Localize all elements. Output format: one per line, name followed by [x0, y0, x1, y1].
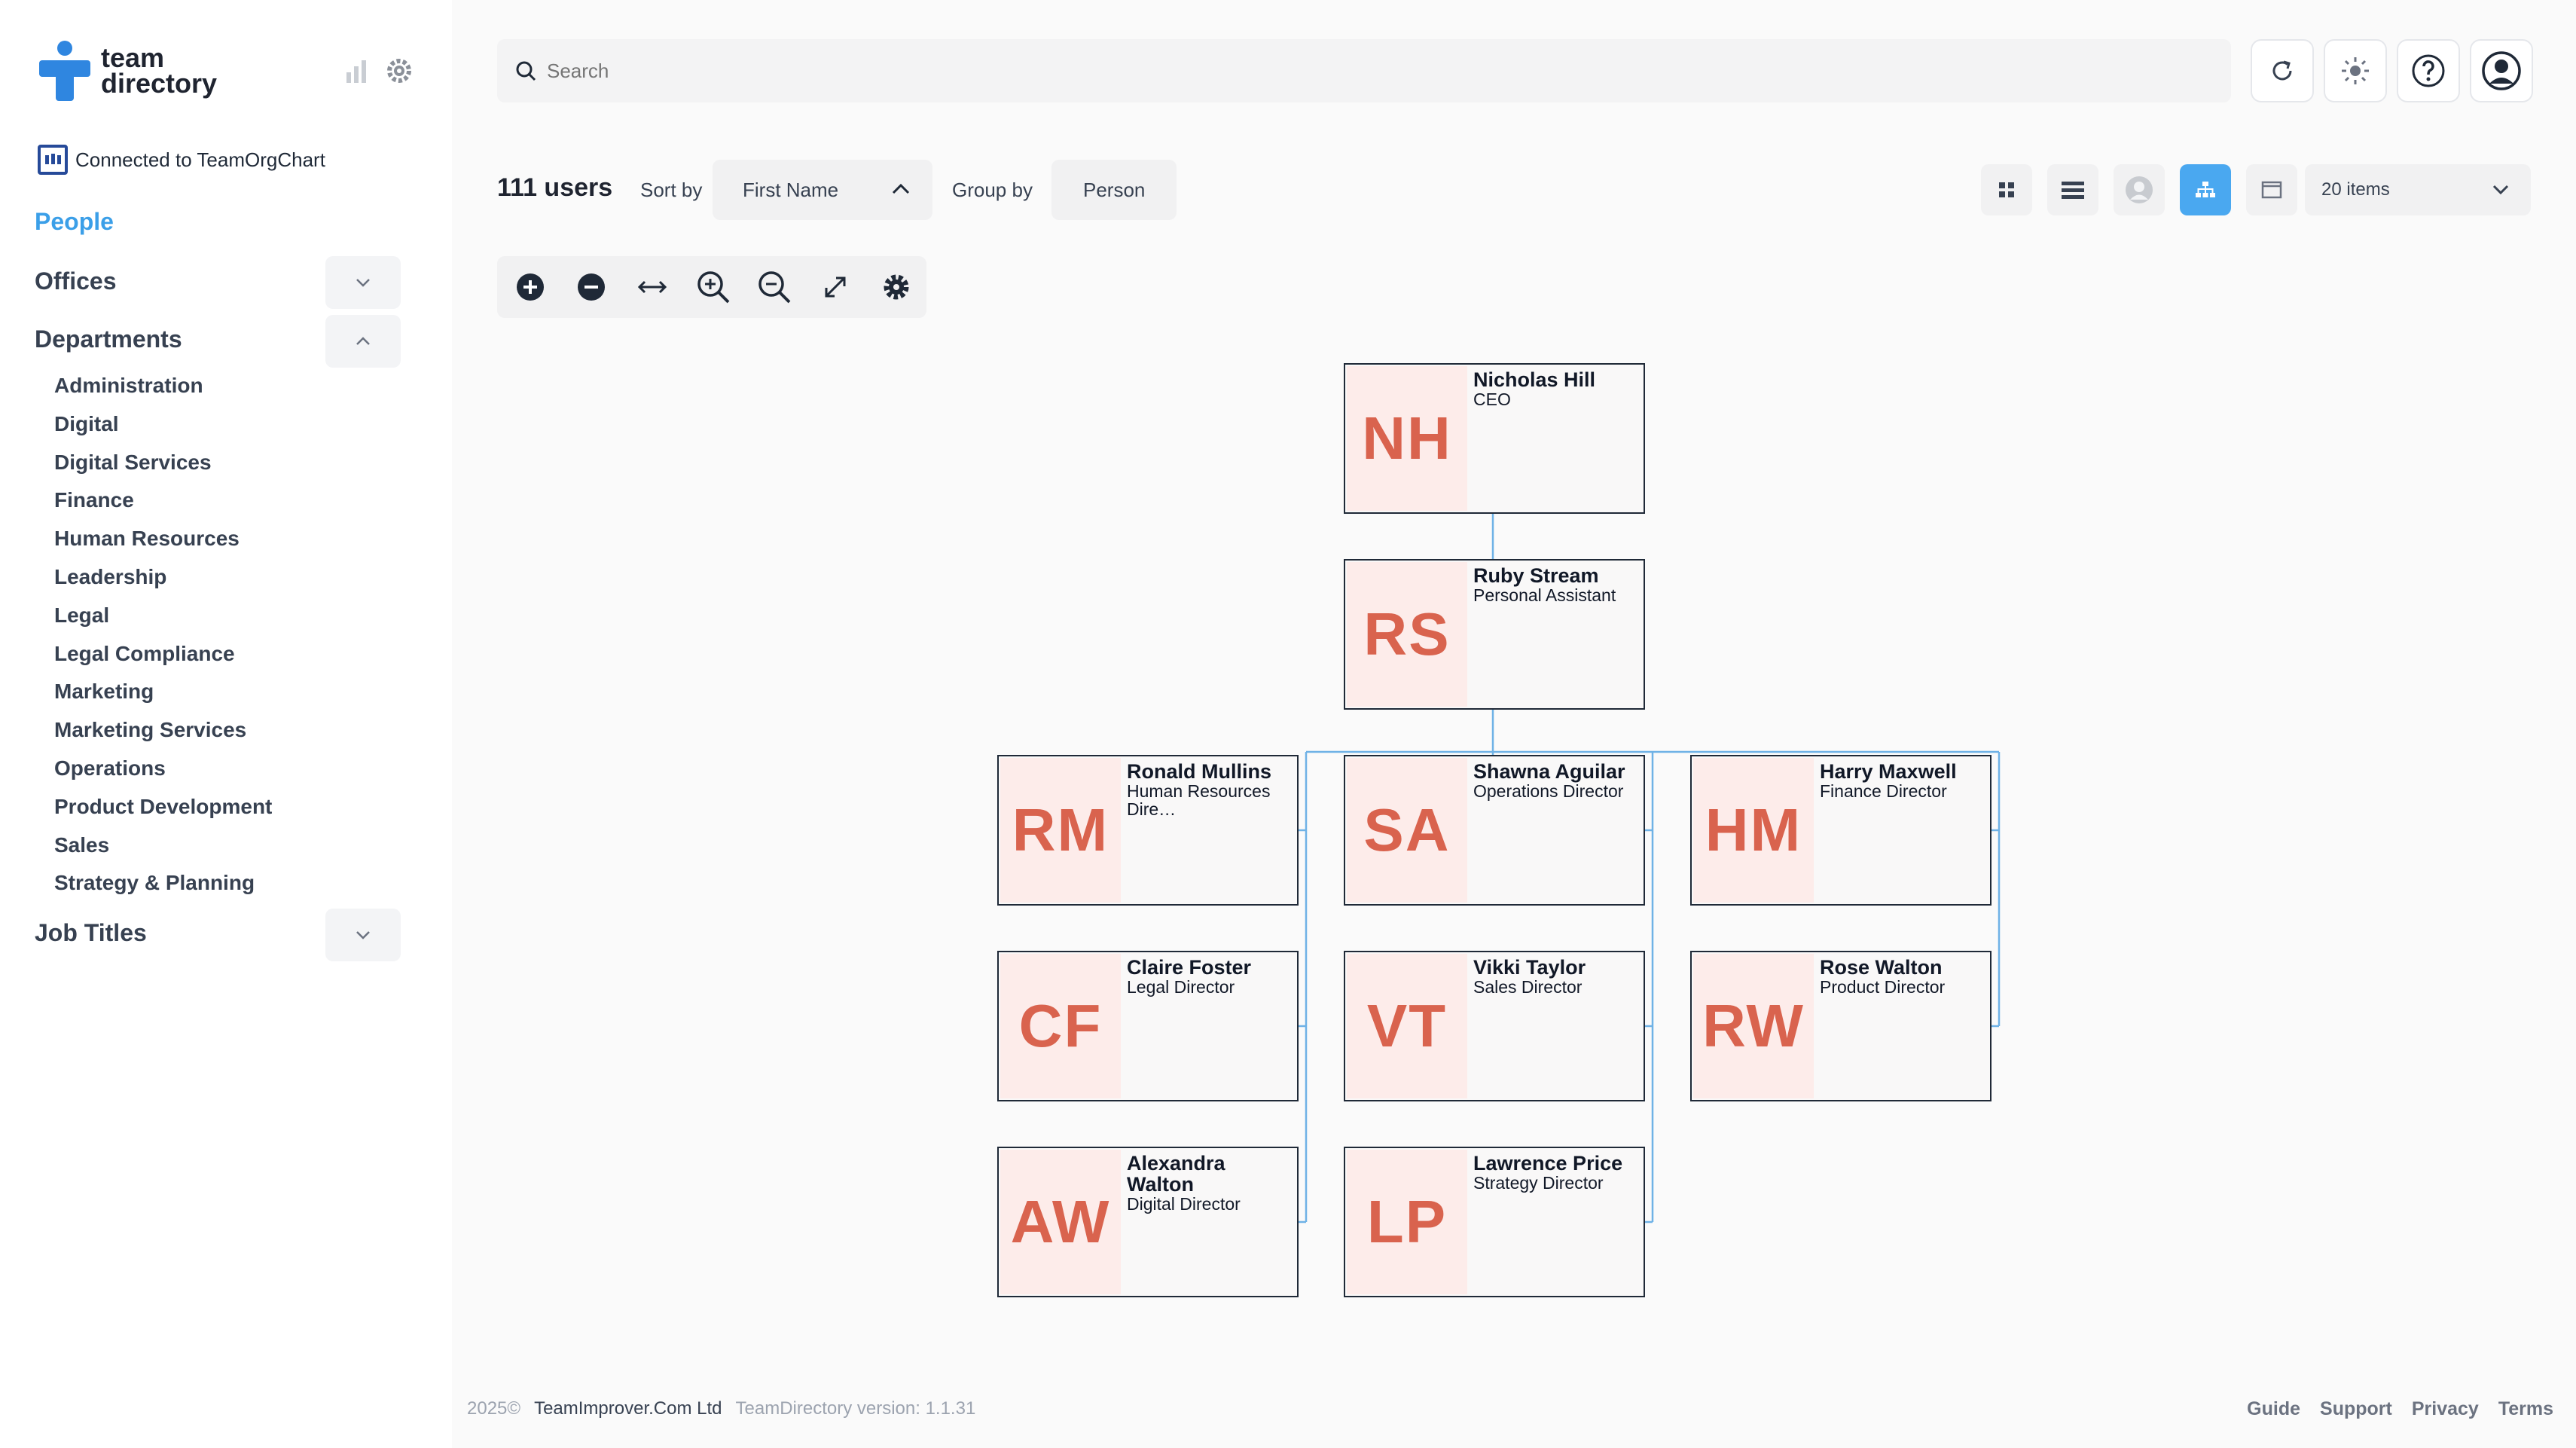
nav-departments[interactable]: Departments — [35, 325, 182, 353]
dept-operations[interactable]: Operations — [54, 755, 272, 793]
person-name: Alexandra Walton — [1127, 1152, 1225, 1196]
dept-legal-compliance[interactable]: Legal Compliance — [54, 640, 272, 679]
sidebar-tools — [345, 56, 414, 90]
dept-marketing-services[interactable]: Marketing Services — [54, 716, 272, 755]
footer-links: Guide Support Privacy Terms — [2247, 1398, 2553, 1420]
nav-people[interactable]: People — [35, 208, 114, 236]
person-role: Operations Director — [1473, 781, 1624, 801]
person-role: Personal Assistant — [1473, 585, 1616, 605]
departments-list: Administration Digital Digital Services … — [54, 372, 272, 908]
teamorgchart-icon — [38, 145, 68, 175]
dept-administration[interactable]: Administration — [54, 372, 272, 411]
settings-gear-icon[interactable] — [384, 56, 414, 90]
stats-icon[interactable] — [345, 59, 368, 87]
org-node-lawrence-price[interactable]: LP Lawrence Price Strategy Director — [1344, 1147, 1645, 1297]
footer-link-terms[interactable]: Terms — [2498, 1398, 2553, 1420]
dept-marketing[interactable]: Marketing — [54, 678, 272, 716]
person-name: Ronald Mullins — [1127, 760, 1271, 783]
avatar: VT — [1347, 954, 1467, 1098]
person-role: Strategy Director — [1473, 1173, 1604, 1193]
footer-link-privacy[interactable]: Privacy — [2412, 1398, 2479, 1420]
org-node-harry-maxwell[interactable]: HM Harry Maxwell Finance Director — [1690, 755, 1992, 906]
dept-strategy-planning[interactable]: Strategy & Planning — [54, 869, 272, 908]
company-name: TeamImprover.Com Ltd — [534, 1398, 722, 1419]
dept-human-resources[interactable]: Human Resources — [54, 525, 272, 564]
person-name: Lawrence Price — [1473, 1152, 1623, 1175]
dept-digital[interactable]: Digital — [54, 411, 272, 449]
person-role: Digital Director — [1127, 1194, 1241, 1214]
avatar: NH — [1347, 366, 1467, 511]
person-name: Rose Walton — [1820, 956, 1943, 979]
avatar: CF — [1000, 954, 1121, 1098]
org-node-claire-foster[interactable]: CF Claire Foster Legal Director — [997, 951, 1299, 1101]
footer-link-support[interactable]: Support — [2320, 1398, 2392, 1420]
connection-status[interactable]: Connected to TeamOrgChart — [38, 145, 325, 175]
person-name: Ruby Stream — [1473, 564, 1599, 587]
copyright-year: 2025© — [467, 1398, 521, 1419]
avatar: AW — [1000, 1150, 1121, 1294]
person-name: Shawna Aguilar — [1473, 760, 1625, 783]
departments-collapse-button[interactable] — [325, 315, 401, 368]
person-role: CEO — [1473, 389, 1511, 409]
org-node-nicholas-hill[interactable]: NH Nicholas Hill CEO — [1344, 363, 1645, 514]
chevron-down-icon — [356, 931, 370, 939]
main-content: 111 users Sort by First Name Group by Pe… — [452, 0, 2576, 1448]
avatar: HM — [1693, 758, 1814, 903]
offices-expand-button[interactable] — [325, 256, 401, 309]
app-name: team directory — [101, 42, 218, 99]
chevron-up-icon — [356, 337, 370, 345]
person-role: Product Director — [1820, 977, 1946, 997]
avatar: RS — [1347, 562, 1467, 707]
dept-product-development[interactable]: Product Development — [54, 793, 272, 832]
dept-finance[interactable]: Finance — [54, 487, 272, 525]
person-role: Sales Director — [1473, 977, 1583, 997]
app-name-line2: directory — [101, 68, 218, 99]
chevron-down-icon — [356, 279, 370, 287]
nav-job-titles[interactable]: Job Titles — [35, 919, 147, 947]
org-node-vikki-taylor[interactable]: VT Vikki Taylor Sales Director — [1344, 951, 1645, 1101]
avatar: LP — [1347, 1150, 1467, 1294]
avatar: SA — [1347, 758, 1467, 903]
app-name-line1: team — [101, 42, 165, 73]
person-name: Harry Maxwell — [1820, 760, 1957, 783]
dept-legal[interactable]: Legal — [54, 602, 272, 640]
app-logo[interactable]: team directory — [36, 41, 217, 101]
team-directory-logo-icon — [36, 41, 93, 101]
app-version: TeamDirectory version: 1.1.31 — [735, 1398, 976, 1419]
nav-offices[interactable]: Offices — [35, 267, 116, 295]
org-node-alexandra-walton[interactable]: AW Alexandra Walton Digital Director — [997, 1147, 1299, 1297]
person-role: Legal Director — [1127, 977, 1235, 997]
person-name: Vikki Taylor — [1473, 956, 1586, 979]
dept-digital-services[interactable]: Digital Services — [54, 449, 272, 487]
org-node-ruby-stream[interactable]: RS Ruby Stream Personal Assistant — [1344, 559, 1645, 710]
footer: 2025© TeamImprover.Com Ltd TeamDirectory… — [467, 1398, 975, 1419]
dept-sales[interactable]: Sales — [54, 832, 272, 870]
sidebar: team directory Connected to TeamOrgChart… — [0, 0, 452, 1448]
org-node-shawna-aguilar[interactable]: SA Shawna Aguilar Operations Director — [1344, 755, 1645, 906]
person-role: Human Resources Dire… — [1127, 781, 1271, 819]
avatar: RM — [1000, 758, 1121, 903]
footer-link-guide[interactable]: Guide — [2247, 1398, 2300, 1420]
person-role: Finance Director — [1820, 781, 1947, 801]
avatar: RW — [1693, 954, 1814, 1098]
person-name: Nicholas Hill — [1473, 368, 1596, 391]
org-node-rose-walton[interactable]: RW Rose Walton Product Director — [1690, 951, 1992, 1101]
dept-leadership[interactable]: Leadership — [54, 564, 272, 602]
org-node-ronald-mullins[interactable]: RM Ronald Mullins Human Resources Dire… — [997, 755, 1299, 906]
person-name: Claire Foster — [1127, 956, 1252, 979]
job-titles-expand-button[interactable] — [325, 909, 401, 961]
connection-label: Connected to TeamOrgChart — [75, 148, 325, 171]
